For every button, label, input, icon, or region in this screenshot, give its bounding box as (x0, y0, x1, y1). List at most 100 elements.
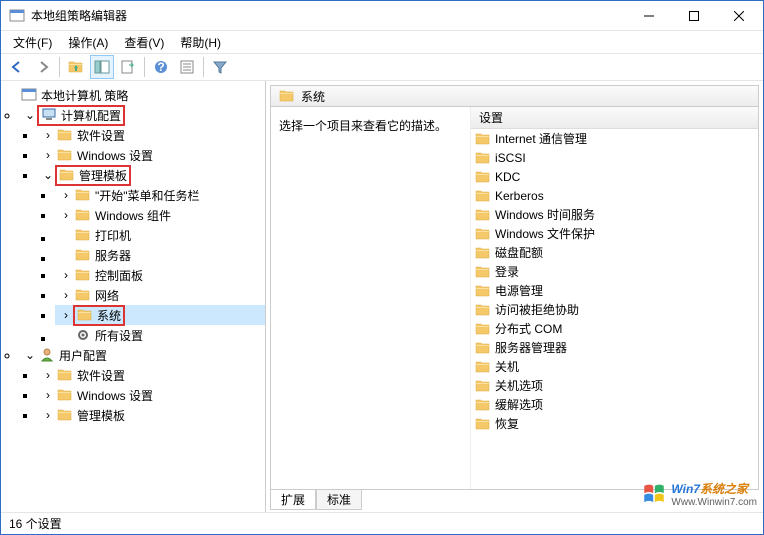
folder-icon (475, 131, 491, 147)
chevron-right-icon[interactable]: › (59, 208, 73, 222)
chevron-right-icon[interactable]: › (41, 388, 55, 402)
detail-pane: 系统 选择一个项目来查看它的描述。 设置 Internet 通信管理iSCSIK… (266, 81, 763, 512)
tree-network[interactable]: ›网络 (55, 285, 265, 305)
list-item-label: 访问被拒绝协助 (495, 301, 579, 318)
folder-icon (475, 245, 491, 261)
folder-icon (75, 247, 91, 263)
tree-computer-config[interactable]: ⌄ 计算机配置 (19, 105, 265, 125)
tree-root[interactable]: 本地计算机 策略 (1, 85, 265, 105)
properties-button[interactable] (175, 55, 199, 79)
close-button[interactable] (716, 1, 761, 30)
tab-standard[interactable]: 标准 (316, 490, 362, 510)
list-item[interactable]: 服务器管理器 (471, 338, 758, 357)
list-item[interactable]: Kerberos (471, 186, 758, 205)
tree-system[interactable]: › 系统 (55, 305, 265, 325)
tree-control-panel[interactable]: ›控制面板 (55, 265, 265, 285)
description-pane: 选择一个项目来查看它的描述。 (271, 107, 471, 489)
chevron-down-icon[interactable]: ⌄ (41, 168, 55, 182)
settings-list[interactable]: Internet 通信管理iSCSIKDCKerberosWindows 时间服… (471, 129, 758, 489)
chevron-right-icon[interactable]: › (41, 128, 55, 142)
tree-label: Windows 组件 (95, 207, 171, 224)
forward-button[interactable] (31, 55, 55, 79)
up-button[interactable] (64, 55, 88, 79)
tree-root-label: 本地计算机 策略 (41, 87, 128, 104)
minimize-button[interactable] (626, 1, 671, 30)
tree-label: 用户配置 (59, 347, 107, 364)
tree-label: Windows 设置 (77, 147, 153, 164)
list-item[interactable]: 电源管理 (471, 281, 758, 300)
list-item[interactable]: Windows 时间服务 (471, 205, 758, 224)
list-item[interactable]: Internet 通信管理 (471, 129, 758, 148)
folder-icon (475, 283, 491, 299)
folder-icon (475, 150, 491, 166)
list-item[interactable]: 关机选项 (471, 376, 758, 395)
list-item[interactable]: Windows 文件保护 (471, 224, 758, 243)
list-item[interactable]: 缓解选项 (471, 395, 758, 414)
svg-text:?: ? (157, 60, 164, 74)
tree-printers[interactable]: 打印机 (55, 225, 265, 245)
folder-icon (475, 188, 491, 204)
folder-icon (475, 207, 491, 223)
menubar: 文件(F) 操作(A) 查看(V) 帮助(H) (1, 31, 763, 53)
help-button[interactable]: ? (149, 55, 173, 79)
tree-u-software[interactable]: ›软件设置 (37, 365, 265, 385)
user-icon (39, 347, 55, 363)
tree-start-taskbar[interactable]: › "开始"菜单和任务栏 (55, 185, 265, 205)
chevron-right-icon[interactable]: › (59, 308, 73, 322)
tree-label: "开始"菜单和任务栏 (95, 187, 200, 204)
toolbar: ? (1, 53, 763, 81)
tree-pane[interactable]: 本地计算机 策略 ⌄ 计算机配置 ›软件设置 ›Win (1, 81, 266, 512)
chevron-right-icon[interactable]: › (41, 368, 55, 382)
folder-icon (77, 307, 93, 323)
list-item[interactable]: 访问被拒绝协助 (471, 300, 758, 319)
filter-button[interactable] (208, 55, 232, 79)
list-item-label: Internet 通信管理 (495, 130, 587, 147)
list-item[interactable]: 恢复 (471, 414, 758, 433)
folder-icon (75, 267, 91, 283)
list-item[interactable]: KDC (471, 167, 758, 186)
list-item-label: 磁盘配额 (495, 244, 543, 261)
tree-software-settings[interactable]: ›软件设置 (37, 125, 265, 145)
status-text: 16 个设置 (9, 515, 62, 532)
tree-label: 计算机配置 (61, 107, 121, 124)
tab-extended[interactable]: 扩展 (270, 490, 316, 510)
menu-view[interactable]: 查看(V) (116, 32, 172, 53)
folder-icon (75, 287, 91, 303)
folder-icon (57, 367, 73, 383)
folder-icon (57, 127, 73, 143)
show-hide-tree-button[interactable] (90, 55, 114, 79)
chevron-right-icon[interactable]: › (41, 408, 55, 422)
folder-icon (475, 169, 491, 185)
list-item[interactable]: 关机 (471, 357, 758, 376)
menu-help[interactable]: 帮助(H) (172, 32, 229, 53)
chevron-down-icon[interactable]: ⌄ (23, 108, 37, 122)
chevron-down-icon[interactable]: ⌄ (23, 348, 37, 362)
tree-servers[interactable]: 服务器 (55, 245, 265, 265)
tree-admin-templates[interactable]: ⌄ 管理模板 (37, 165, 265, 185)
export-button[interactable] (116, 55, 140, 79)
tree-u-admin[interactable]: ›管理模板 (37, 405, 265, 425)
tree-windows-components[interactable]: › Windows 组件 (55, 205, 265, 225)
list-item-label: 服务器管理器 (495, 339, 567, 356)
chevron-right-icon[interactable]: › (41, 148, 55, 162)
list-item[interactable]: 分布式 COM (471, 319, 758, 338)
list-item[interactable]: 登录 (471, 262, 758, 281)
chevron-right-icon[interactable]: › (59, 188, 73, 202)
tree-u-windows[interactable]: ›Windows 设置 (37, 385, 265, 405)
folder-icon (59, 167, 75, 183)
back-button[interactable] (5, 55, 29, 79)
chevron-right-icon[interactable]: › (59, 288, 73, 302)
menu-action[interactable]: 操作(A) (60, 32, 116, 53)
menu-file[interactable]: 文件(F) (5, 32, 60, 53)
tree-windows-settings[interactable]: › Windows 设置 (37, 145, 265, 165)
chevron-right-icon[interactable]: › (59, 268, 73, 282)
tree-user-config[interactable]: ⌄ 用户配置 (19, 345, 265, 365)
list-item[interactable]: 磁盘配额 (471, 243, 758, 262)
gear-icon (75, 327, 91, 343)
list-item[interactable]: iSCSI (471, 148, 758, 167)
tree-all-settings[interactable]: 所有设置 (55, 325, 265, 345)
maximize-button[interactable] (671, 1, 716, 30)
column-header-settings[interactable]: 设置 (471, 107, 758, 129)
folder-icon (475, 416, 491, 432)
folder-icon (75, 187, 91, 203)
